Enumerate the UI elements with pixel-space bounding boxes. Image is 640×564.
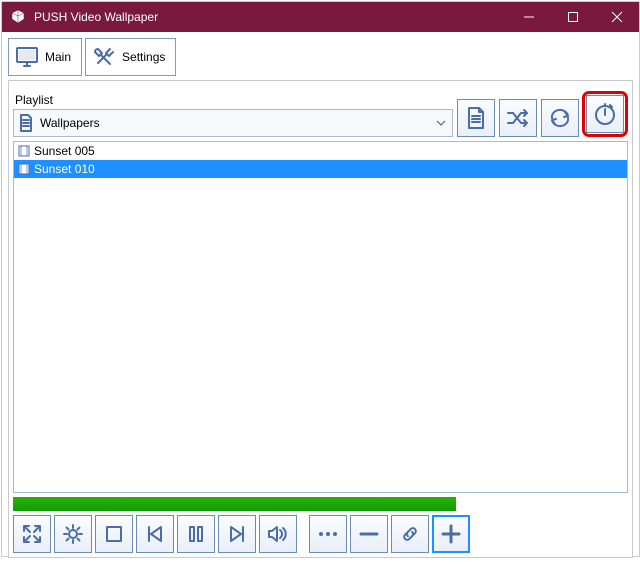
item-label: Sunset 005 bbox=[34, 144, 95, 158]
tab-main[interactable]: Main bbox=[8, 38, 82, 76]
playlist-dropdown[interactable]: Wallpapers bbox=[13, 109, 453, 137]
titlebar: PUSH Video Wallpaper bbox=[2, 2, 639, 32]
highlight-ring bbox=[582, 91, 628, 137]
playlist-label: Playlist bbox=[13, 93, 453, 107]
list-item[interactable]: Sunset 005 bbox=[14, 142, 627, 160]
progress-empty bbox=[456, 497, 628, 511]
remove-button[interactable] bbox=[350, 515, 388, 553]
minimize-button[interactable] bbox=[507, 2, 551, 32]
pause-button[interactable] bbox=[177, 515, 215, 553]
progress-fill bbox=[13, 497, 456, 511]
fullscreen-button[interactable] bbox=[13, 515, 51, 553]
add-button[interactable] bbox=[432, 515, 470, 553]
maximize-button[interactable] bbox=[551, 2, 595, 32]
stop-button[interactable] bbox=[95, 515, 133, 553]
window-title: PUSH Video Wallpaper bbox=[34, 10, 507, 24]
more-button[interactable] bbox=[309, 515, 347, 553]
tab-settings[interactable]: Settings bbox=[85, 38, 176, 76]
new-playlist-button[interactable] bbox=[457, 99, 495, 137]
previous-button[interactable] bbox=[136, 515, 174, 553]
volume-button[interactable] bbox=[259, 515, 297, 553]
progress-bar[interactable] bbox=[13, 497, 628, 511]
shuffle-button[interactable] bbox=[499, 99, 537, 137]
close-button[interactable] bbox=[595, 2, 639, 32]
tabs: Main Settings bbox=[6, 36, 635, 78]
link-button[interactable] bbox=[391, 515, 429, 553]
repeat-button[interactable] bbox=[541, 99, 579, 137]
list-item[interactable]: Sunset 010 bbox=[14, 160, 627, 178]
tools-icon bbox=[92, 45, 116, 69]
next-button[interactable] bbox=[218, 515, 256, 553]
monitor-icon bbox=[15, 45, 39, 69]
tab-label: Settings bbox=[122, 50, 165, 64]
video-icon bbox=[18, 145, 30, 157]
app-icon bbox=[10, 9, 26, 25]
settings-gear-button[interactable] bbox=[54, 515, 92, 553]
tab-label: Main bbox=[45, 50, 71, 64]
chevron-down-icon bbox=[436, 120, 446, 126]
document-icon bbox=[18, 114, 34, 132]
video-icon bbox=[18, 163, 30, 175]
playlist-selected: Wallpapers bbox=[40, 116, 100, 130]
playlist-list[interactable]: Sunset 005 Sunset 010 bbox=[13, 141, 628, 493]
timer-button[interactable] bbox=[586, 95, 624, 133]
item-label: Sunset 010 bbox=[34, 162, 95, 176]
